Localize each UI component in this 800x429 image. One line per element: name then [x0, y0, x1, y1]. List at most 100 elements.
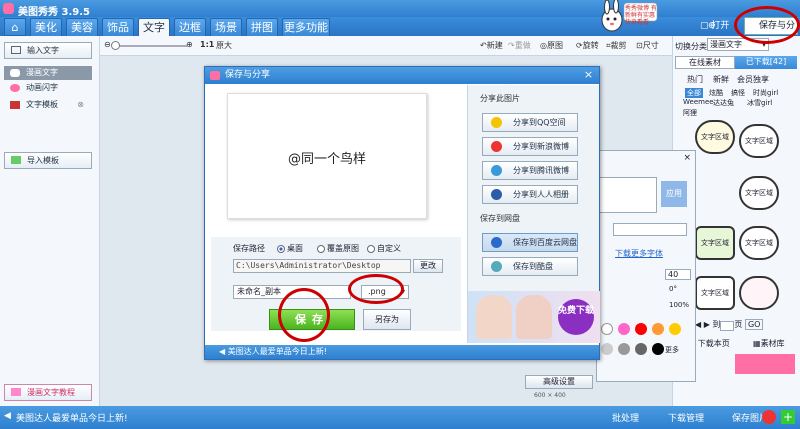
subtab-fresh[interactable]: 新鲜 — [713, 74, 729, 85]
download-manager-button[interactable]: 下载管理 — [668, 411, 704, 424]
color-swatch[interactable] — [652, 343, 664, 355]
color-swatch[interactable] — [652, 323, 664, 335]
material-thumb[interactable]: 文字区域 — [695, 276, 735, 310]
size-button[interactable]: ⊡尺寸 — [636, 40, 659, 51]
tab-more-functions[interactable]: 更多功能 ▾ — [282, 18, 330, 51]
tab-text[interactable]: 文字 — [138, 18, 170, 36]
opacity-value: 100% — [669, 301, 690, 309]
material-thumb[interactable]: 文字区域 — [695, 226, 735, 260]
pagination: ◀ ▶ 到页 GO — [695, 319, 764, 331]
status-message[interactable]: 美图达人最爱单品今日上新! — [16, 411, 128, 424]
close-icon[interactable]: × — [582, 69, 595, 81]
radio-desktop[interactable]: 桌面 — [277, 243, 303, 254]
bunny-thumb-icon[interactable] — [739, 276, 779, 310]
crop-button[interactable]: ⌗裁剪 — [606, 40, 627, 51]
save-as-button[interactable]: 另存为 — [363, 309, 411, 330]
original-size-button[interactable]: 原大 — [216, 40, 232, 51]
original-button[interactable]: ◎原图 — [540, 40, 563, 51]
zoom-slider-track[interactable] — [113, 45, 187, 47]
download-font-link[interactable]: 下载更多字体 — [615, 248, 663, 259]
tag-funny[interactable]: 搞怪 — [731, 88, 745, 98]
status-bar: ◀ 美图达人最爱单品今日上新! 批处理 下载管理 保存图片 + — [0, 406, 800, 429]
tag-weemee[interactable]: Weemee — [683, 98, 714, 106]
weibo-icon — [491, 141, 502, 152]
zoom-out-icon[interactable]: ⊖ — [104, 40, 111, 49]
apply-button[interactable]: 应用 — [661, 181, 687, 207]
tab-beauty[interactable]: 美容 — [66, 18, 98, 36]
tab-beautify[interactable]: 美化 — [30, 18, 62, 36]
share-tencent-button[interactable]: 分享到腾讯微博 — [482, 161, 578, 180]
color-swatch[interactable] — [635, 343, 647, 355]
tag-fashion[interactable]: 时尚girl — [753, 88, 778, 98]
share-sina-button[interactable]: 分享到新浪微博 — [482, 137, 578, 156]
page-input[interactable] — [720, 320, 735, 331]
tab-downloaded[interactable]: 已下载[42] — [735, 56, 797, 69]
clear-icon[interactable]: ⊗ — [77, 98, 84, 112]
import-template-label: 导入模板 — [27, 156, 59, 165]
color-swatch[interactable] — [601, 343, 613, 355]
material-thumb[interactable]: 文字区域 — [739, 226, 779, 260]
more-colors-button[interactable]: 更多 — [665, 345, 679, 355]
radio-overwrite[interactable]: 覆盖原图 — [317, 243, 359, 254]
tag-dada[interactable]: 达达兔 — [713, 98, 734, 108]
save-path-field[interactable]: C:\Users\Administrator\Desktop — [233, 259, 411, 273]
tag-ali[interactable]: 阿狸 — [683, 108, 697, 118]
share-renren-button[interactable]: 分享到人人相册 — [482, 185, 578, 204]
close-icon[interactable]: × — [683, 153, 691, 163]
go-button[interactable]: GO — [744, 319, 764, 330]
left-item-text-template[interactable]: 文字模板 ⊗ — [4, 98, 92, 112]
weibo-icon[interactable] — [762, 410, 776, 424]
font-select[interactable] — [613, 223, 687, 236]
save-kupan-button[interactable]: 保存到酷盘 — [482, 257, 578, 276]
color-swatch[interactable] — [635, 323, 647, 335]
rotate-button[interactable]: ⟳旋转 — [576, 40, 599, 51]
text-input-area[interactable] — [599, 177, 657, 213]
prev-page-icon[interactable]: ◀ ▶ — [695, 320, 710, 329]
change-path-button[interactable]: 更改 — [413, 259, 443, 273]
promo-banner[interactable] — [735, 354, 795, 374]
tencent-weibo-icon — [491, 165, 502, 176]
tag-all[interactable]: 全部 — [685, 88, 703, 98]
ad-banner[interactable]: 免费下载 — [468, 291, 600, 343]
color-swatch[interactable] — [618, 343, 630, 355]
add-icon[interactable]: + — [781, 410, 795, 424]
material-lib-button[interactable]: ▦素材库 — [753, 338, 785, 349]
tab-collage[interactable]: 拼图 — [246, 18, 278, 36]
batch-button[interactable]: 批处理 — [612, 411, 639, 424]
font-size-select[interactable]: 40 — [665, 269, 691, 280]
tab-online-materials[interactable]: 在线素材 — [675, 56, 735, 69]
free-download-badge[interactable]: 免费下载 — [558, 299, 594, 335]
subtab-members[interactable]: 会员独享 — [737, 74, 769, 85]
zoom-in-icon[interactable]: ⊕ — [186, 40, 193, 49]
import-template-button[interactable]: 导入模板 — [4, 152, 92, 169]
tab-frame[interactable]: 边框 — [174, 18, 206, 36]
tab-accessories[interactable]: 饰品 — [102, 18, 134, 36]
left-item-animated-text[interactable]: 动画闪字 — [4, 81, 92, 95]
save-baidu-cloud-button[interactable]: 保存到百度云网盘 — [482, 233, 578, 252]
tag-cool[interactable]: 炫酷 — [709, 88, 723, 98]
advanced-settings-button[interactable]: 高级设置 — [525, 375, 593, 389]
color-swatch[interactable] — [669, 323, 681, 335]
bunny-banner-text: 秀秀微博 有新鲜有实惠 快来看看 — [625, 5, 657, 26]
download-page-button[interactable]: ⬇下载本页 — [691, 338, 730, 349]
subtab-hot[interactable]: 热门 — [687, 74, 703, 85]
material-thumb[interactable]: 文字区域 — [739, 124, 779, 158]
tag-ice[interactable]: 冰雪girl — [747, 98, 772, 108]
radio-custom[interactable]: 自定义 — [367, 243, 401, 254]
input-text-button[interactable]: 输入文字 — [4, 42, 92, 59]
share-qzone-button[interactable]: 分享到QQ空间 — [482, 113, 578, 132]
color-swatch[interactable] — [618, 323, 630, 335]
dialog-status-text[interactable]: 美图达人最爱单品今日上新! — [228, 347, 327, 356]
zoom-slider-handle[interactable] — [111, 41, 120, 50]
new-icon[interactable]: ⊕ — [708, 17, 716, 35]
home-icon[interactable]: ⌂ — [4, 18, 26, 36]
redo-button[interactable]: ↷重做 — [508, 40, 531, 51]
color-swatch[interactable] — [601, 323, 613, 335]
left-item-comic-text[interactable]: 漫画文字 — [4, 66, 92, 80]
zoom-ratio[interactable]: 1:1 — [200, 40, 214, 49]
material-thumb[interactable]: 文字区域 — [739, 176, 779, 210]
material-thumb[interactable]: 文字区域 — [695, 120, 735, 154]
new-button[interactable]: ↶新建 — [480, 40, 503, 51]
tab-scene[interactable]: 场景 — [210, 18, 242, 36]
comic-text-tutorial-button[interactable]: 漫画文字教程 — [4, 384, 92, 401]
